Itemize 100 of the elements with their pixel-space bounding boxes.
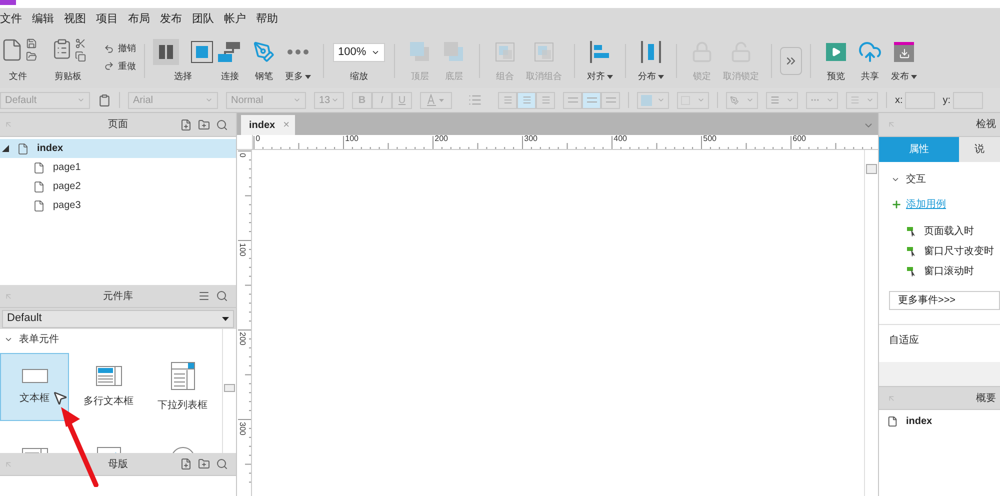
panel-title: 页面 [107,118,129,132]
line-color-icon[interactable] [726,92,758,108]
menu-item[interactable]: 帐户 [224,10,246,28]
page-icon [33,200,45,212]
event-cursor-icon [907,266,916,276]
tool-label[interactable]: 剪贴板 [54,70,82,84]
event-item[interactable]: 窗口滚动时 [924,264,974,279]
dock-icon [4,120,13,129]
more-events-dropdown[interactable]: 更多事件>>> [889,291,1000,310]
library-dropdown[interactable]: Default [2,310,234,328]
scrollbar[interactable] [864,150,878,496]
text-align-button[interactable] [536,92,555,108]
app-logo-icon [0,0,16,5]
caret-icon [293,96,301,104]
add-folder-icon [198,118,210,130]
chevron-icon [891,175,900,184]
expand-toolbar-button[interactable] [780,47,802,75]
panel-title: 母版 [107,458,129,472]
menu-item[interactable]: 项目 [96,10,118,28]
connector-icon [217,40,243,64]
pen-icon [253,41,275,63]
x-label: x: [895,94,903,108]
cut-icon [74,38,86,49]
menu-item[interactable]: 团队 [192,10,214,28]
zoom-dropdown[interactable]: 100% [333,42,385,62]
page-icon [33,162,45,174]
inspector-tab[interactable]: 说 [959,137,1000,162]
caret-icon [331,96,339,104]
caret-icon [77,96,85,104]
ruler-label: 200 [434,135,448,143]
toolbar-button[interactable]: 对齐 [583,34,617,84]
menu-item[interactable]: 编辑 [32,10,54,28]
ruler-label: 200 [238,332,246,346]
add-master-icon [180,458,192,470]
event-item[interactable]: 页面载入时 [924,224,974,239]
document-tab[interactable]: index × [241,115,295,135]
text-align-button[interactable] [498,92,517,108]
toolbar-button[interactable]: 预览 [819,34,853,84]
scrollbar[interactable] [222,329,236,453]
page-tree-item[interactable]: page3 [0,196,236,215]
event-item[interactable]: 窗口尺寸改变时 [924,244,994,259]
widget-tile[interactable]: 文本框 [0,353,69,421]
arrow-style-icon[interactable] [846,92,878,108]
expanded-triangle-icon[interactable] [2,145,9,152]
caret-icon [222,316,229,320]
toolbar-button[interactable]: 分布 [634,34,668,84]
menu-item[interactable]: 帮助 [256,10,278,28]
play-icon [826,43,846,61]
plus-icon [891,199,902,210]
outline-item[interactable]: index [879,414,1000,429]
undo-button[interactable]: 撤销 [104,42,136,56]
redo-icon [104,61,114,72]
page-tree-item[interactable]: page2 [0,177,236,196]
select-contained-icon[interactable] [191,41,213,63]
copy-icon [74,51,86,62]
toolbar-button[interactable]: 更多 [281,34,315,84]
ruler-label: 600 [792,135,806,143]
align-left-icon [589,41,611,63]
vertical-align-button[interactable] [601,92,620,108]
line-weight-icon[interactable] [766,92,798,108]
menu-item[interactable]: 布局 [128,10,150,28]
toolbar-button[interactable]: 钢笔 [247,34,281,84]
menu-item[interactable]: 发布 [160,10,182,28]
menu-icon [198,290,210,302]
event-cursor-icon [907,246,916,256]
redo-button[interactable]: 重做 [104,60,136,73]
line-style-icon[interactable] [806,92,838,108]
widget-tile[interactable]: 多行文本框 [74,353,143,421]
select-intersect-icon[interactable] [153,39,179,65]
distribute-icon [640,41,662,63]
menu-item[interactable]: 视图 [64,10,86,28]
fill-color-icon[interactable] [637,92,669,108]
section-header[interactable]: 交互 [879,172,1000,187]
page-tree-item[interactable]: index [0,139,236,158]
search-icon [216,290,228,302]
add-folder-icon [198,458,210,470]
vertical-align-button[interactable] [582,92,601,108]
text-align-button[interactable] [517,92,536,108]
vertical-align-icon [606,96,616,104]
align-lines-icon [502,95,512,105]
ruler-label: 300 [524,135,538,143]
page-icon [887,416,898,427]
font-color-icon[interactable] [420,92,452,108]
search-icon [216,458,228,470]
search-icon [216,118,228,130]
caret-icon [658,74,664,79]
toolbar-button[interactable]: 发布 [887,34,921,84]
vertical-align-button[interactable] [563,92,582,108]
shadow-icon[interactable] [677,92,709,108]
toolbar-button[interactable]: 连接 [213,34,247,84]
tool-label: 缩放 [350,70,368,83]
panel-title: 概要 [976,392,996,406]
group-icon [533,41,555,63]
tool-label[interactable]: 文件 [9,70,27,84]
widget-tile[interactable]: 下拉列表框 [148,353,217,421]
section-header[interactable]: 表单元件 [0,329,222,349]
page-tree-item[interactable]: page1 [0,158,236,177]
dropdown-list-icon [170,362,194,390]
menu-item[interactable]: 文件 [0,10,22,28]
toolbar-button[interactable]: 共享 [853,34,887,84]
